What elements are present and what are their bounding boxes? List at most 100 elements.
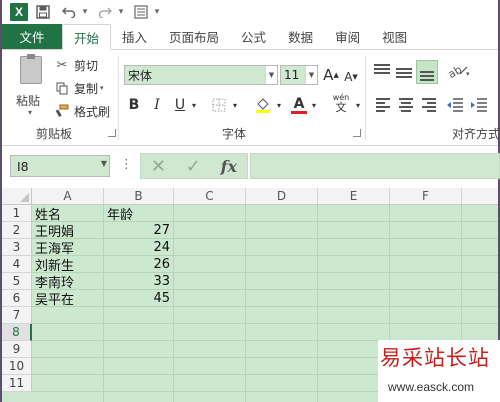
column-header-f[interactable]: F: [390, 188, 462, 205]
cell-b2[interactable]: 27: [104, 222, 174, 239]
align-top-icon[interactable]: [374, 64, 390, 78]
align-bottom-icon[interactable]: [416, 60, 438, 84]
font-size-select[interactable]: 11 ▼: [280, 65, 318, 85]
save-icon[interactable]: [32, 2, 54, 22]
font-size-dropdown-icon[interactable]: ▼: [305, 66, 317, 84]
font-color-button[interactable]: A: [289, 94, 309, 116]
borders-icon: [212, 98, 226, 112]
row-header-8[interactable]: 8: [2, 324, 32, 341]
borders-dropdown-icon[interactable]: ▾: [230, 94, 240, 116]
divider: [365, 56, 366, 140]
select-all-button[interactable]: [2, 188, 32, 205]
align-right-icon[interactable]: [420, 98, 436, 112]
cell-a6[interactable]: 吴平在: [32, 290, 104, 308]
copy-dropdown-icon[interactable]: ▾: [100, 84, 104, 92]
cell-a1[interactable]: 姓名: [32, 205, 104, 223]
cell-a5[interactable]: 李南玲: [32, 273, 104, 291]
cell-a2[interactable]: 王明娟: [32, 222, 104, 240]
phonetic-button[interactable]: wén 文: [330, 92, 352, 114]
align-left-icon[interactable]: [376, 98, 392, 112]
cell-a3[interactable]: 王海军: [32, 239, 104, 257]
tab-insert[interactable]: 插入: [111, 24, 158, 49]
gridline: [317, 205, 318, 402]
cell-a4[interactable]: 刘新生: [32, 256, 104, 274]
column-header-a[interactable]: A: [32, 188, 104, 205]
redo-dropdown-icon[interactable]: ▾: [116, 2, 126, 22]
font-name-value: 宋体: [128, 68, 153, 83]
row-header-4[interactable]: 4: [2, 256, 32, 273]
tab-data[interactable]: 数据: [277, 24, 324, 49]
decrease-indent-icon[interactable]: [446, 98, 463, 112]
enter-icon[interactable]: ✓: [186, 156, 201, 177]
font-launcher-icon[interactable]: [353, 129, 361, 137]
orientation-icon[interactable]: ab ▾: [446, 63, 470, 81]
column-header-e[interactable]: E: [318, 188, 390, 205]
cell-b3[interactable]: 24: [104, 239, 174, 256]
borders-button[interactable]: [210, 94, 228, 116]
paste-button[interactable]: 粘贴 ▾: [14, 54, 50, 120]
column-header-d[interactable]: D: [246, 188, 318, 205]
font-name-dropdown-icon[interactable]: ▼: [265, 66, 277, 84]
cell-b6[interactable]: 45: [104, 290, 174, 307]
bold-button[interactable]: B: [126, 94, 142, 116]
row-header-3[interactable]: 3: [2, 239, 32, 256]
font-color-letter-icon: A: [293, 95, 305, 112]
phonetic-dropdown-icon[interactable]: ▾: [353, 94, 363, 116]
form-icon[interactable]: [130, 2, 152, 22]
tab-page-layout[interactable]: 页面布局: [158, 24, 230, 49]
fill-color-button[interactable]: [252, 94, 274, 116]
row-header-6[interactable]: 6: [2, 290, 32, 307]
tab-formulas[interactable]: 公式: [230, 24, 277, 49]
customize-qat-icon[interactable]: ▾: [152, 2, 162, 22]
name-box[interactable]: I8 ▼: [10, 155, 110, 177]
grow-font-button[interactable]: A ▲: [322, 64, 340, 86]
cancel-icon[interactable]: ✕: [151, 156, 166, 177]
row-header-5[interactable]: 5: [2, 273, 32, 290]
svg-text:▾: ▾: [466, 70, 470, 78]
cut-button[interactable]: ✂ 剪切: [54, 55, 98, 75]
svg-text:ab: ab: [448, 64, 464, 78]
row-header-7[interactable]: 7: [2, 307, 32, 324]
increase-indent-icon[interactable]: [470, 98, 487, 112]
format-painter-button[interactable]: 格式刷: [54, 101, 110, 121]
tab-review[interactable]: 审阅: [324, 24, 371, 49]
row-header-10[interactable]: 10: [2, 358, 32, 375]
underline-dropdown-icon[interactable]: ▾: [189, 94, 199, 116]
redo-icon[interactable]: [94, 2, 116, 22]
fill-color-dropdown-icon[interactable]: ▾: [274, 94, 284, 116]
column-header-g[interactable]: [462, 188, 498, 205]
underline-button[interactable]: U: [172, 94, 188, 116]
copy-icon: [54, 80, 70, 96]
cell-b5[interactable]: 33: [104, 273, 174, 290]
name-box-dropdown-icon[interactable]: ▼: [101, 159, 107, 168]
excel-logo-icon: X: [10, 3, 28, 21]
font-name-select[interactable]: 宋体 ▼: [124, 65, 278, 85]
paste-dropdown-icon[interactable]: ▾: [28, 108, 32, 117]
shrink-font-button[interactable]: A ▼: [342, 66, 360, 88]
clipboard-launcher-icon[interactable]: [108, 129, 116, 137]
phonetic-char: 文: [335, 101, 347, 114]
row-header-11[interactable]: 11: [2, 375, 32, 392]
row-header-2[interactable]: 2: [2, 222, 32, 239]
column-header-c[interactable]: C: [174, 188, 246, 205]
align-middle-icon[interactable]: [396, 68, 412, 82]
formula-input[interactable]: [250, 153, 500, 179]
format-painter-label: 格式刷: [74, 104, 111, 119]
tab-view[interactable]: 视图: [371, 24, 418, 49]
font-color-dropdown-icon[interactable]: ▾: [309, 94, 319, 116]
tab-home[interactable]: 开始: [62, 24, 112, 50]
resize-handle-icon[interactable]: ⋮: [120, 157, 133, 172]
undo-dropdown-icon[interactable]: ▾: [80, 2, 90, 22]
copy-button[interactable]: 复制 ▾: [54, 78, 104, 98]
insert-function-icon[interactable]: fx: [221, 157, 237, 176]
formula-bar: I8 ▼ ⋮ ✕ ✓ fx: [2, 146, 500, 186]
cell-b4[interactable]: 26: [104, 256, 174, 273]
row-header-1[interactable]: 1: [2, 205, 32, 222]
italic-button[interactable]: I: [149, 94, 165, 116]
tab-file[interactable]: 文件: [2, 24, 62, 49]
undo-icon[interactable]: [58, 2, 80, 22]
row-header-9[interactable]: 9: [2, 341, 32, 358]
align-center-icon[interactable]: [398, 98, 414, 112]
column-header-b[interactable]: B: [104, 188, 174, 205]
cell-b1[interactable]: 年龄: [104, 205, 174, 223]
